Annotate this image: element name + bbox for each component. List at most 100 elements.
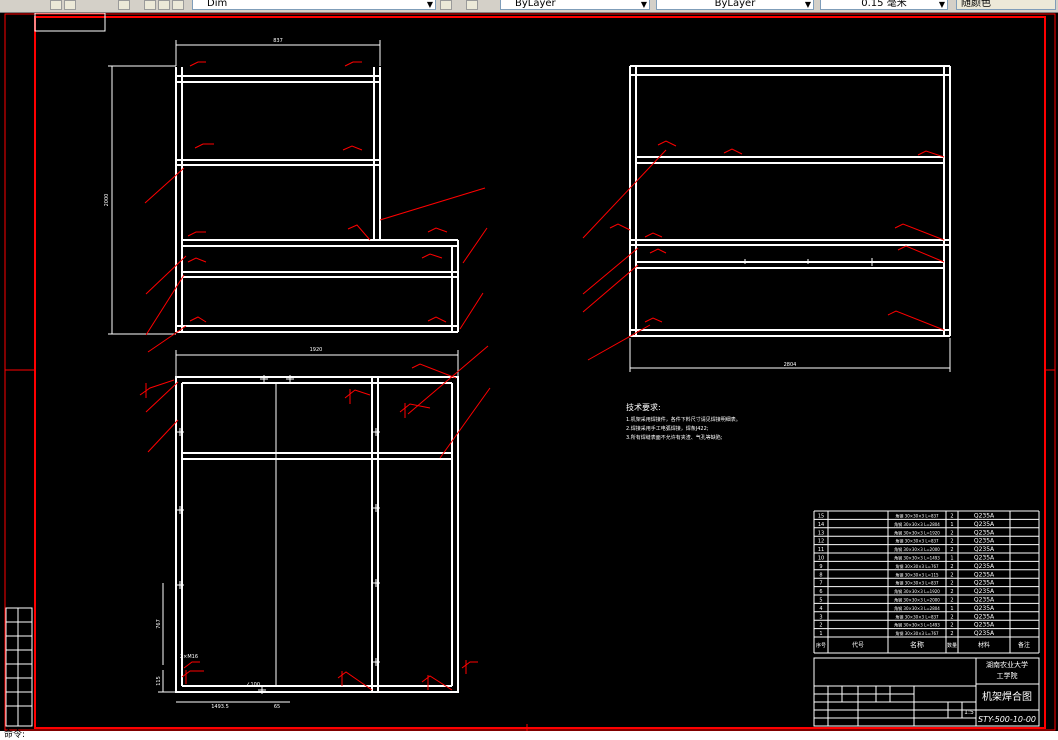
- bom-row-name: 角钢 30×30×3 L=1920: [894, 588, 940, 594]
- bom-row-no: 6: [819, 589, 822, 595]
- tech-item-2: 2.焊接采用手工电弧焊接，焊条J422;: [626, 425, 709, 432]
- linetype-dropdown[interactable]: ByLayer ▼: [656, 0, 814, 10]
- properties-toolbar: Dim ▼ ByLayer ▼ ByLayer ▼ 0.15 毫米 ▼ 随颜色: [0, 0, 1058, 13]
- color-dropdown[interactable]: ByLayer ▼: [500, 0, 650, 10]
- bom-row-qty: 2: [950, 589, 953, 595]
- plotstyle-dropdown[interactable]: 随颜色: [956, 0, 1056, 10]
- bom-row-no: 11: [818, 547, 824, 553]
- bom-table: 15 角钢 30×30×3 L=837 2 Q235A14 角钢 30×30×3 L=2…: [813, 510, 1040, 654]
- bom-row-material: Q235A: [974, 605, 995, 612]
- bom-row-no: 15: [818, 514, 824, 520]
- dim-bottom-1: 1493.5: [211, 704, 229, 710]
- lineweight-dropdown[interactable]: 0.15 毫米 ▼: [820, 0, 948, 10]
- bom-row-no: 10: [818, 556, 824, 562]
- org-line-1: 湖南农业大学: [986, 660, 1028, 669]
- bom-row-no: 1: [819, 631, 822, 637]
- bom-row-no: 9: [819, 564, 822, 570]
- drawing-code: STY-500-10-00: [978, 715, 1036, 724]
- bom-row-name: 角钢 30×30×3 L=837: [895, 513, 939, 519]
- layer-lock-icon[interactable]: [158, 0, 170, 10]
- make-object-layer-current-icon[interactable]: [440, 0, 452, 10]
- dim-front-width: 1920: [310, 347, 323, 353]
- bom-row-material: Q235A: [974, 613, 995, 620]
- bom-row-no: 5: [819, 598, 822, 604]
- dim-vert-1: 767: [156, 619, 162, 629]
- command-prompt: 命令:: [4, 730, 26, 740]
- plotstyle-value: 随颜色: [961, 0, 991, 9]
- weld-crosses: [176, 375, 380, 694]
- layer-dropdown[interactable]: Dim ▼: [192, 0, 436, 10]
- bom-header-qty: 数量: [947, 642, 957, 649]
- bom-row-name: 角钢 30×30×3 L=115: [895, 571, 939, 577]
- view-top-left-dims: [108, 40, 381, 335]
- layer-name: Dim: [207, 0, 228, 9]
- bom-row-material: Q235A: [974, 546, 995, 553]
- bom-row-no: 7: [819, 581, 822, 587]
- drawing-scale: 1:5: [964, 709, 974, 716]
- bom-row-name: 角钢 30×30×3 L=767: [895, 630, 939, 636]
- layer-previous-button-icon[interactable]: [466, 0, 478, 10]
- bom-row-qty: 2: [950, 581, 953, 587]
- bom-row-material: Q235A: [974, 571, 995, 578]
- view-top-left: [175, 67, 459, 333]
- bom-row-no: 8: [819, 572, 822, 578]
- chevron-down-icon: ▼: [640, 0, 647, 9]
- bom-row-no: 4: [819, 606, 822, 612]
- chevron-down-icon: ▼: [938, 0, 945, 9]
- bom-row-no: 13: [818, 530, 824, 536]
- bom-row-name: 角钢 30×30×3 L=837: [895, 580, 939, 586]
- view-bottom-left: [175, 376, 459, 693]
- drawing-canvas[interactable]: 837 2000 2804 1920 1493.5 65 767 115 2×M…: [0, 13, 1058, 740]
- bom-row-name: 角钢 30×30×3 L=767: [895, 563, 939, 569]
- bom-row-qty: 1: [950, 606, 953, 612]
- bom-row-qty: 2: [950, 631, 953, 637]
- layer-color-icon[interactable]: [172, 0, 184, 10]
- bom-row-qty: 2: [950, 598, 953, 604]
- bom-row-name: 角钢 30×30×3 L=2804: [894, 521, 940, 527]
- bom-row-qty: 2: [950, 564, 953, 570]
- dim-top-width: 837: [273, 38, 283, 44]
- dim-height: 2000: [104, 194, 110, 207]
- leaders-view1: [144, 61, 488, 353]
- bom-row-material: Q235A: [974, 622, 995, 629]
- tech-item-3: 3.所有焊缝表面不允许有夹渣、气孔等缺陷;: [626, 434, 723, 441]
- bom-row-name: 角钢 30×30×3 L=2000: [894, 546, 940, 552]
- bom-row-qty: 1: [950, 556, 953, 562]
- bom-row-no: 2: [819, 623, 822, 629]
- layer-manager-icon[interactable]: [118, 0, 130, 10]
- bom-row-no: 14: [818, 522, 824, 528]
- bom-row-qty: 2: [950, 514, 953, 520]
- note-angle: ∠100: [246, 682, 260, 688]
- tech-title: 技术要求:: [626, 402, 661, 412]
- bom-row-name: 角钢 30×30×3 L=2000: [894, 597, 940, 603]
- bom-header-name: 名称: [910, 640, 924, 649]
- bom-row-material: Q235A: [974, 513, 995, 520]
- bom-row-qty: 2: [950, 623, 953, 629]
- dim-bottom-2: 65: [274, 704, 280, 710]
- bom-row-no: 12: [818, 539, 824, 545]
- bom-row-name: 角钢 30×30×3 L=837: [895, 538, 939, 544]
- bom-row-material: Q235A: [974, 538, 995, 545]
- bom-row-material: Q235A: [974, 597, 995, 604]
- note-bolts: 2×M16: [180, 654, 198, 660]
- command-line[interactable]: 命令:: [0, 731, 1058, 740]
- drawing-title: 机架焊合图: [982, 690, 1032, 703]
- bom-row-no: 3: [819, 614, 822, 620]
- lineweight-value: 0.15 毫米: [861, 0, 907, 9]
- bom-row-material: Q235A: [974, 588, 995, 595]
- weld-marks-view3: [139, 345, 491, 691]
- bom-header-no: 序号: [816, 642, 826, 649]
- layer-freeze-icon[interactable]: [144, 0, 156, 10]
- view-bottom-left-dims: [158, 350, 459, 703]
- dim-vert-2: 115: [156, 676, 162, 686]
- bom-header-note: 备注: [1018, 641, 1030, 649]
- bom-row-name: 角钢 30×30×3 L=1920: [894, 529, 940, 535]
- org-line-2: 工学院: [997, 671, 1018, 680]
- bom-row-material: Q235A: [974, 529, 995, 536]
- bom-row-name: 角钢 30×30×3 L=1493: [894, 622, 940, 628]
- chevron-down-icon: ▼: [426, 0, 433, 9]
- bom-row-qty: 2: [950, 539, 953, 545]
- color-value: ByLayer: [515, 0, 556, 9]
- layer-states-icon[interactable]: [50, 0, 62, 10]
- layer-previous-icon[interactable]: [64, 0, 76, 10]
